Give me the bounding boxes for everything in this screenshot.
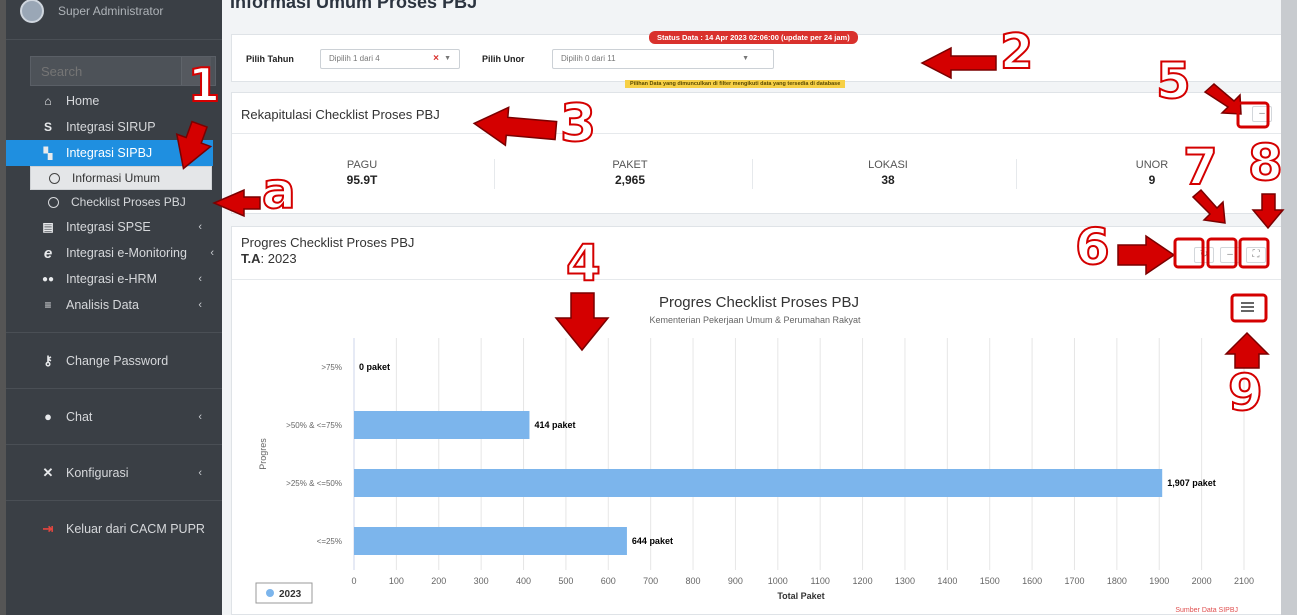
x-tick-label: 1900	[1149, 576, 1169, 586]
hamburger-icon	[1241, 302, 1254, 304]
x-tick-label: 700	[643, 576, 658, 586]
x-tick-label: 1400	[937, 576, 957, 586]
annotation-label-a: a	[261, 162, 297, 220]
x-tick-label: 2100	[1234, 576, 1254, 586]
y-tick-label: >50% & <=75%	[286, 421, 342, 430]
annotation-label-9: 9	[1227, 364, 1264, 422]
x-tick-label: 400	[516, 576, 531, 586]
x-tick-label: 2000	[1192, 576, 1212, 586]
bar	[354, 527, 627, 555]
x-tick-label: 1800	[1107, 576, 1127, 586]
legend-marker	[266, 589, 274, 597]
data-label: 1,907 paket	[1167, 478, 1216, 488]
annotation-label-4: 4	[565, 234, 602, 292]
annotation-label-3: 3	[559, 94, 597, 154]
y-tick-label: <=25%	[317, 537, 342, 546]
y-tick-label: >75%	[321, 363, 342, 372]
x-tick-label: 1500	[980, 576, 1000, 586]
x-tick-label: 300	[474, 576, 489, 586]
bar	[354, 411, 530, 439]
legend-label: 2023	[279, 589, 302, 600]
annotation-label-1: 1	[187, 58, 221, 112]
x-tick-label: 1700	[1064, 576, 1084, 586]
x-tick-label: 1100	[811, 576, 830, 586]
x-tick-label: 200	[431, 576, 446, 586]
data-label: 414 paket	[534, 420, 575, 430]
hamburger-icon	[1241, 306, 1254, 308]
x-tick-label: 1300	[895, 576, 915, 586]
x-tick-label: 900	[728, 576, 743, 586]
chart-menu-button[interactable]	[1241, 302, 1254, 312]
annotation-label-5: 5	[1155, 52, 1192, 110]
annotation-label-2: 2	[999, 24, 1034, 80]
chart-subtitle: Kementerian Pekerjaan Umum & Perumahan R…	[649, 315, 861, 325]
x-tick-label: 1200	[853, 576, 873, 586]
chart-credit: Sumber Data SIPBJ	[1175, 607, 1238, 614]
annotation-label-8: 8	[1247, 134, 1284, 192]
y-tick-label: >25% & <=50%	[286, 479, 342, 488]
x-tick-label: 800	[686, 576, 701, 586]
x-tick-label: 600	[601, 576, 616, 586]
x-tick-label: 0	[351, 576, 356, 586]
annotation-label-7: 7	[1182, 138, 1219, 196]
x-tick-label: 500	[558, 576, 573, 586]
x-tick-label: 100	[389, 576, 404, 586]
x-axis-title: Total Paket	[777, 591, 824, 601]
annotation-label-6: 6	[1074, 218, 1111, 276]
y-axis-title: Progres	[258, 438, 268, 470]
data-label: 644 paket	[632, 536, 673, 546]
data-label: 0 paket	[359, 362, 390, 372]
x-tick-label: 1600	[1022, 576, 1042, 586]
hamburger-icon	[1241, 310, 1254, 312]
x-tick-label: 1000	[768, 576, 788, 586]
bar	[354, 469, 1163, 497]
chart-title: Progres Checklist Proses PBJ	[659, 294, 859, 311]
